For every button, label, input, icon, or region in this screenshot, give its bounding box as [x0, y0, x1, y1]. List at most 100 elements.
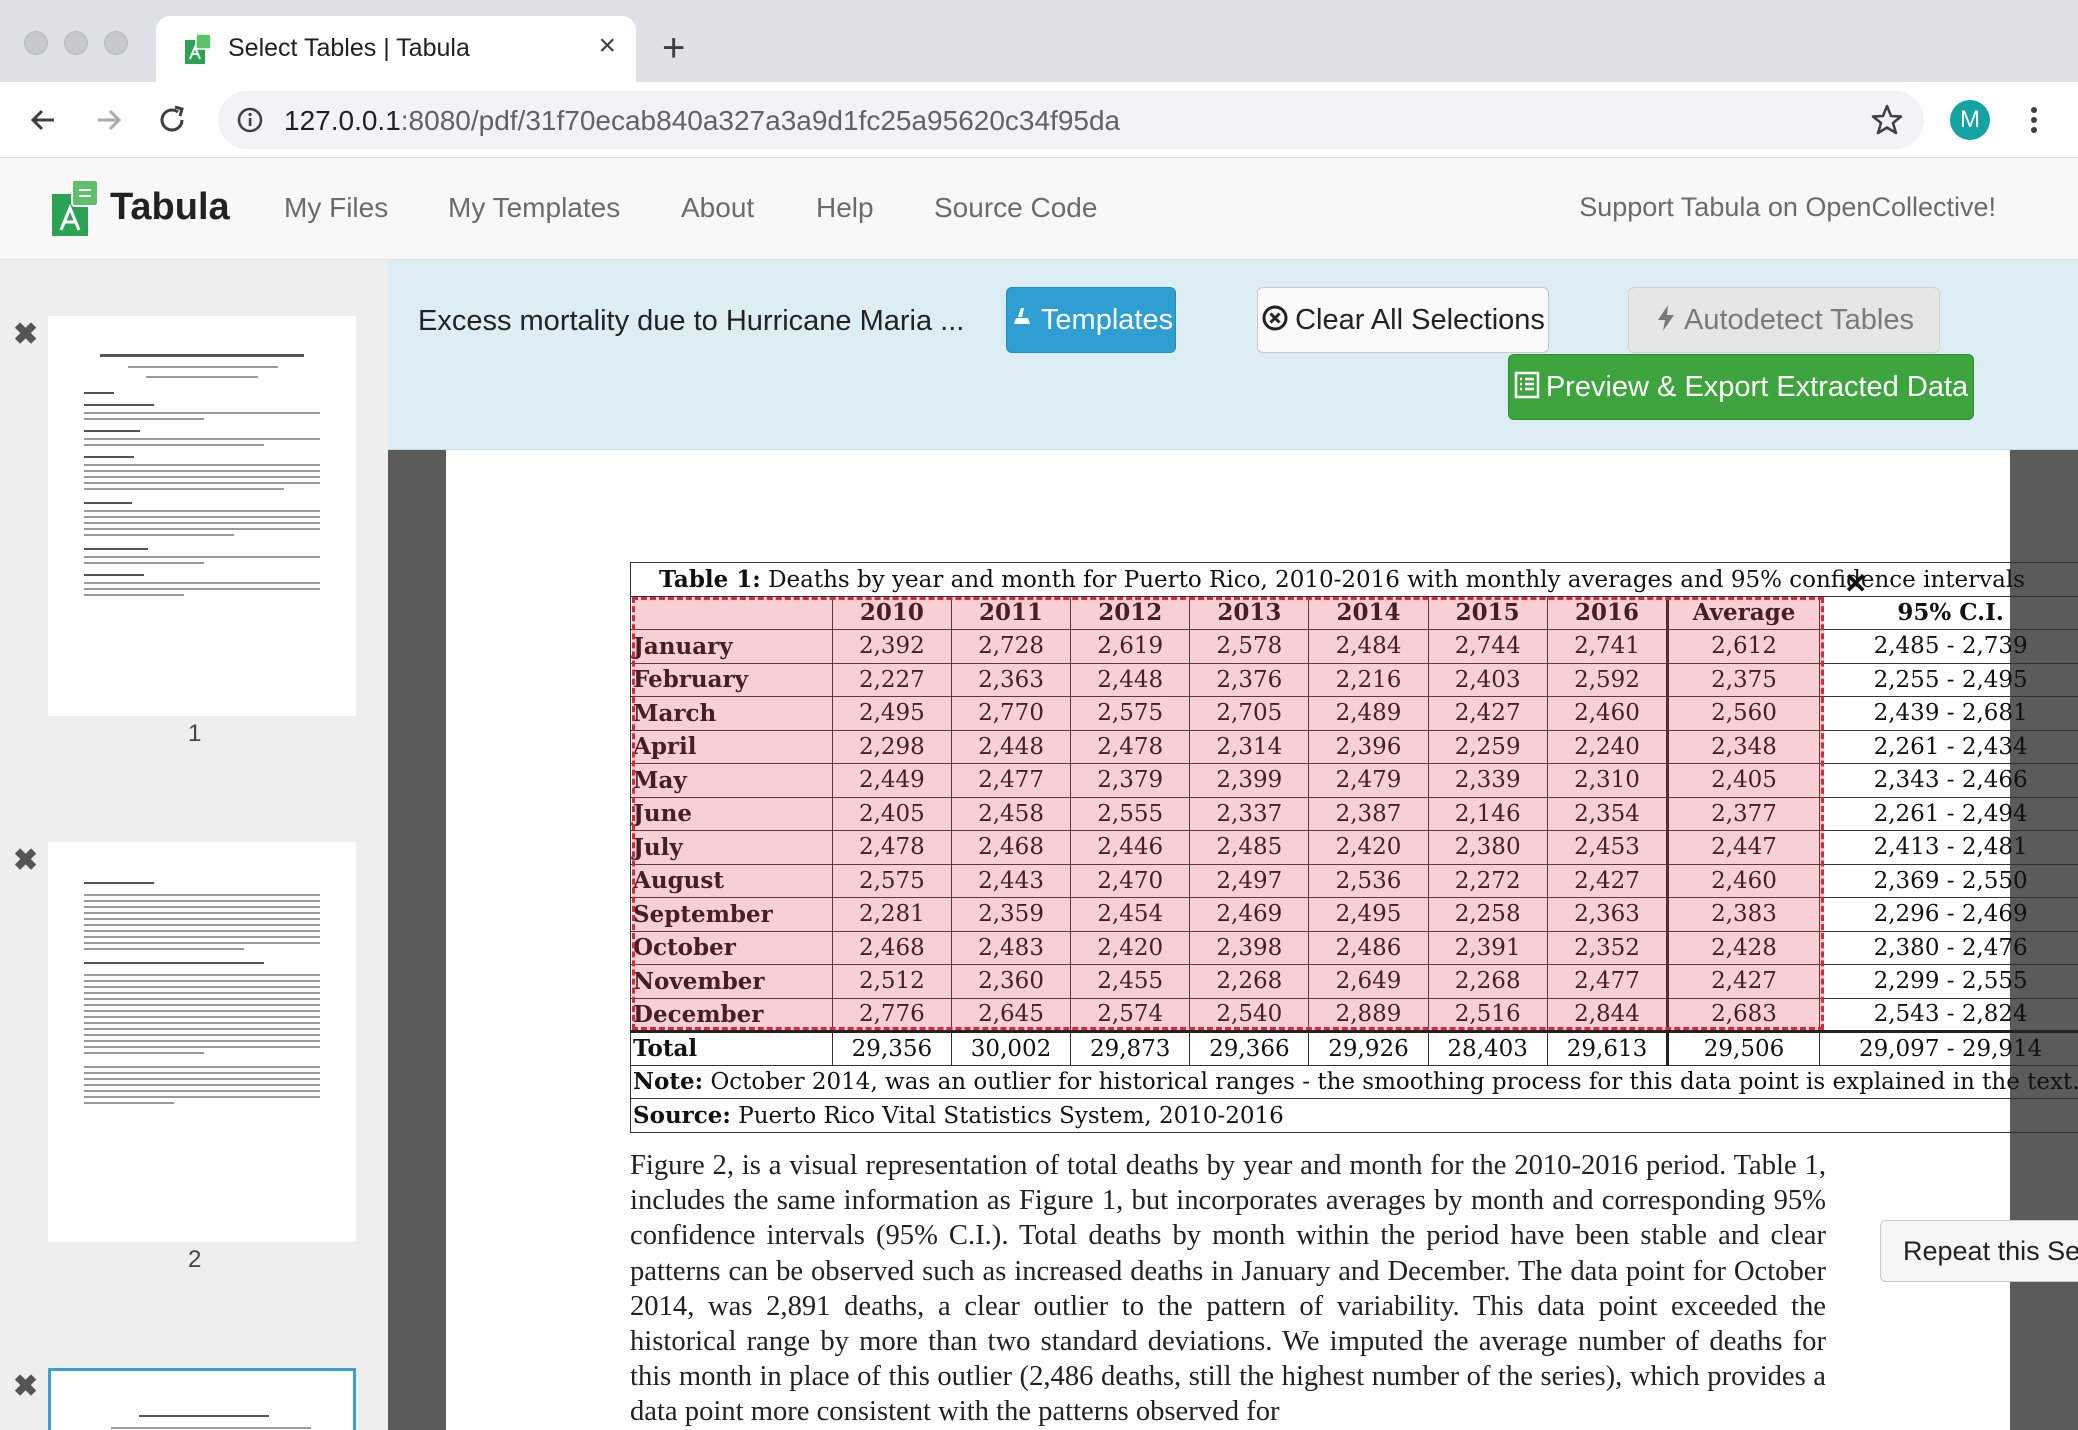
templates-label: Templates	[1040, 304, 1174, 336]
tabula-logo-icon[interactable]	[50, 178, 100, 238]
table-row-label: February	[630, 662, 833, 697]
autodetect-tables-label: Autodetect Tables	[1683, 304, 1915, 336]
table-cell: 2,592	[1546, 662, 1669, 697]
table-cell: 2,460	[1666, 863, 1820, 898]
table-cell: 2,776	[831, 997, 952, 1032]
table-cell: 2,380	[1427, 830, 1548, 865]
window-zoom-dot[interactable]	[104, 31, 128, 55]
table-cell: 2,359	[950, 897, 1072, 932]
table-cell: 2,468	[950, 830, 1072, 865]
window-close-dot[interactable]	[24, 31, 48, 55]
page-thumbnail-3[interactable]	[48, 1368, 356, 1430]
preview-export-button[interactable]: Preview & Export Extracted Data	[1508, 354, 1974, 420]
table-cell: 2,399	[1189, 763, 1310, 798]
table-cell: 2,453	[1546, 830, 1669, 865]
table-cell: 2,420	[1308, 830, 1429, 865]
total-cell: 29,356	[831, 1030, 952, 1066]
table-cell: 2,497	[1189, 863, 1310, 898]
table-header-cell: 95% C.I.	[1818, 595, 2078, 630]
forward-arrow-icon[interactable]	[88, 100, 128, 140]
remove-page-2-icon[interactable]: ✖	[13, 846, 38, 876]
nav-support-link[interactable]: Support Tabula on OpenCollective!	[1579, 192, 1996, 223]
table-cell: 2,427	[1546, 863, 1669, 898]
browser-tab-strip: Select Tables | Tabula × +	[0, 0, 2078, 82]
table-cell: 2,448	[950, 729, 1072, 764]
table-cell: 2,380 - 2,476	[1818, 930, 2078, 965]
table-cell: 2,485	[1189, 830, 1310, 865]
remove-page-3-icon[interactable]: ✖	[13, 1372, 38, 1402]
nav-about[interactable]: About	[681, 192, 754, 224]
table-cell: 2,405	[1666, 763, 1820, 798]
table-row-label: January	[630, 629, 833, 664]
table-cell: 2,575	[831, 863, 952, 898]
table-cell: 2,536	[1308, 863, 1429, 898]
tab-close-icon[interactable]: ×	[598, 28, 616, 64]
nav-my-files[interactable]: My Files	[284, 192, 388, 224]
note-label: Note:	[633, 1068, 704, 1096]
table-header-cell: 2012	[1070, 595, 1191, 630]
preview-export-label: Preview & Export Extracted Data	[1545, 371, 1969, 403]
table-body: January 2,392 2,728 2,619 2,578 2,484 2,744 2,7…	[630, 629, 2078, 1032]
table-row: August 2,575 2,443 2,470 2,497 2,536 2,272 2,42…	[630, 863, 2078, 898]
profile-avatar[interactable]: M	[1950, 100, 1990, 140]
address-bar[interactable]: 127.0.0.1:8080/pdf/31f70ecab840a327a3a9d…	[218, 91, 1924, 149]
table-cell: 2,314	[1189, 729, 1310, 764]
table-cell: 2,458	[950, 796, 1072, 831]
window-minimize-dot[interactable]	[64, 31, 88, 55]
autodetect-tables-button[interactable]: Autodetect Tables	[1628, 287, 1940, 353]
table-cell: 2,343 - 2,466	[1818, 763, 2078, 798]
table-cell: 2,460	[1546, 696, 1669, 731]
table-cell: 2,728	[950, 629, 1072, 664]
table-cell: 2,705	[1189, 696, 1310, 731]
clear-all-selections-label: Clear All Selections	[1295, 304, 1545, 336]
tabula-navbar: Tabula My Files My Templates About Help …	[0, 158, 2078, 260]
remove-selection-icon[interactable]: ✕	[1844, 570, 1867, 598]
table-cell: 2,296 - 2,469	[1818, 897, 2078, 932]
clear-circle-x-icon	[1262, 305, 1288, 331]
total-cell: 29,506	[1666, 1030, 1820, 1066]
table-cell: 2,363	[1546, 897, 1669, 932]
url-text[interactable]: 127.0.0.1:8080/pdf/31f70ecab840a327a3a9d…	[284, 105, 1120, 137]
reload-icon[interactable]	[152, 100, 192, 140]
new-tab-icon[interactable]: +	[662, 28, 685, 68]
main-area: Excess mortality due to Hurricane Maria …	[388, 260, 2078, 1430]
table-header-cell: 2010	[831, 595, 952, 630]
repeat-selection-button[interactable]: Repeat this Selecti	[1880, 1220, 2078, 1282]
table-cell: 2,369 - 2,550	[1818, 863, 2078, 898]
bookmark-star-icon[interactable]	[1870, 103, 1904, 137]
table-cell: 2,489	[1308, 696, 1429, 731]
nav-my-templates[interactable]: My Templates	[448, 192, 620, 224]
pdf-page[interactable]: Table 1: Deaths by year and month for Pu…	[446, 450, 2078, 1430]
table-cell: 2,337	[1189, 796, 1310, 831]
table-row-label: May	[630, 763, 833, 798]
page-thumbnail-2[interactable]	[48, 842, 356, 1242]
nav-help[interactable]: Help	[816, 192, 874, 224]
site-info-icon[interactable]	[236, 106, 264, 134]
browser-menu-icon[interactable]	[2024, 100, 2044, 140]
document-name: Excess mortality due to Hurricane Maria …	[418, 305, 965, 337]
clear-all-selections-button[interactable]: Clear All Selections	[1257, 287, 1549, 353]
table-header-cell: 2011	[950, 595, 1072, 630]
table-cell: 2,485 - 2,739	[1818, 629, 2078, 664]
nav-source-code[interactable]: Source Code	[934, 192, 1097, 224]
table-note-row: Note: October 2014, was an outlier for h…	[630, 1064, 2078, 1099]
table-cell: 2,403	[1427, 662, 1548, 697]
back-arrow-icon[interactable]	[24, 100, 64, 140]
table-row: February 2,227 2,363 2,448 2,376 2,216 2,403 2,…	[630, 662, 2078, 697]
page-number-2: 2	[188, 1246, 202, 1273]
templates-button[interactable]: Templates	[1006, 287, 1176, 353]
browser-tab-active[interactable]: Select Tables | Tabula ×	[156, 16, 636, 82]
table-cell: 2,405	[831, 796, 952, 831]
page-number-1: 1	[188, 720, 202, 747]
table-cell: 2,299 - 2,555	[1818, 964, 2078, 999]
table-cell: 2,376	[1189, 662, 1310, 697]
table-row: March 2,495 2,770 2,575 2,705 2,489 2,427 2,460…	[630, 696, 2078, 731]
page-thumbnail-1[interactable]	[48, 316, 356, 716]
templates-icon	[1011, 308, 1032, 329]
remove-page-1-icon[interactable]: ✖	[13, 320, 38, 350]
table-cell: 2,227	[831, 662, 952, 697]
table-cell: 2,560	[1666, 696, 1820, 731]
screen: Select Tables | Tabula × + 127.0.0.1:808…	[0, 0, 2078, 1430]
brand-name[interactable]: Tabula	[110, 186, 230, 229]
table-cell: 2,298	[831, 729, 952, 764]
